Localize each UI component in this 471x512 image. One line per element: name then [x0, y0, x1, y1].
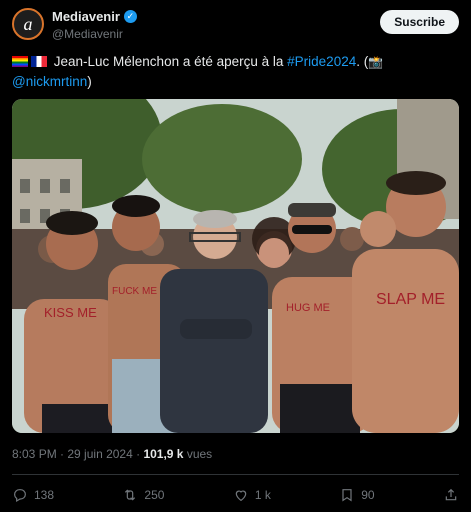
- repost-icon: [125, 489, 136, 501]
- divider: [12, 474, 459, 475]
- repost-button[interactable]: 250: [122, 487, 164, 503]
- verified-badge-icon: ✓: [123, 10, 137, 23]
- tweet-text: Jean-Luc Mélenchon a été aperçu à la #Pr…: [12, 52, 460, 91]
- reply-count: 138: [34, 488, 55, 502]
- body-writing-hug: HUG ME: [286, 302, 330, 314]
- body-writing-kiss: KISS ME: [44, 305, 97, 320]
- rainbow-flag-icon: [12, 56, 28, 67]
- author-display-name[interactable]: Mediavenir ✓: [52, 9, 137, 24]
- photo-illustration: KISS ME FUCK ME 300€ HUG ME SLAP ME: [12, 99, 459, 433]
- author-handle[interactable]: @Mediavenir: [52, 27, 137, 41]
- like-count: 1 k: [254, 488, 271, 502]
- mention-link[interactable]: @nickmrtinn: [12, 74, 87, 89]
- tweet-text-main: Jean-Luc Mélenchon a été aperçu à la: [50, 54, 288, 69]
- views-count: 101,9 k: [143, 447, 184, 461]
- subscribe-button[interactable]: Suscribe: [380, 10, 459, 34]
- camera-icon: 📸: [368, 55, 384, 69]
- tweet-text-punct: . (: [356, 54, 369, 69]
- reply-button[interactable]: 138: [12, 487, 54, 503]
- tweet-meta: 8:03 PM · 29 juin 2024 · 101,9 k vues: [12, 447, 212, 461]
- bookmark-count: 90: [361, 488, 375, 502]
- meta-separator-2: ·: [132, 447, 144, 461]
- tweet-photo[interactable]: KISS ME FUCK ME 300€ HUG ME SLAP ME: [12, 99, 459, 433]
- body-writing-slap: SLAP ME: [376, 291, 445, 308]
- heart-icon: [235, 490, 247, 502]
- repost-count: 250: [144, 488, 165, 502]
- tweet-time[interactable]: 8:03 PM: [12, 447, 57, 461]
- tweet-header: a Mediavenir ✓ @Mediavenir Suscribe: [12, 8, 459, 44]
- share-icon: [445, 488, 457, 501]
- share-button[interactable]: [443, 487, 459, 503]
- bookmark-button[interactable]: 90: [339, 487, 375, 503]
- bookmark-icon: [342, 489, 352, 502]
- tweet-text-end: ): [87, 74, 92, 89]
- france-flag-icon: [31, 56, 47, 67]
- reply-icon: [14, 489, 26, 503]
- author-display-name-text[interactable]: Mediavenir: [52, 9, 120, 24]
- like-button[interactable]: 1 k: [233, 487, 271, 503]
- views-label: vues: [183, 447, 213, 461]
- author-names: Mediavenir ✓ @Mediavenir: [52, 9, 137, 41]
- tweet-date[interactable]: 29 juin 2024: [67, 447, 132, 461]
- hashtag-link[interactable]: #Pride2024: [287, 54, 356, 69]
- avatar[interactable]: a: [12, 8, 44, 40]
- meta-separator: ·: [56, 447, 68, 461]
- tweet-actions: 138 250 1 k 90: [12, 484, 459, 506]
